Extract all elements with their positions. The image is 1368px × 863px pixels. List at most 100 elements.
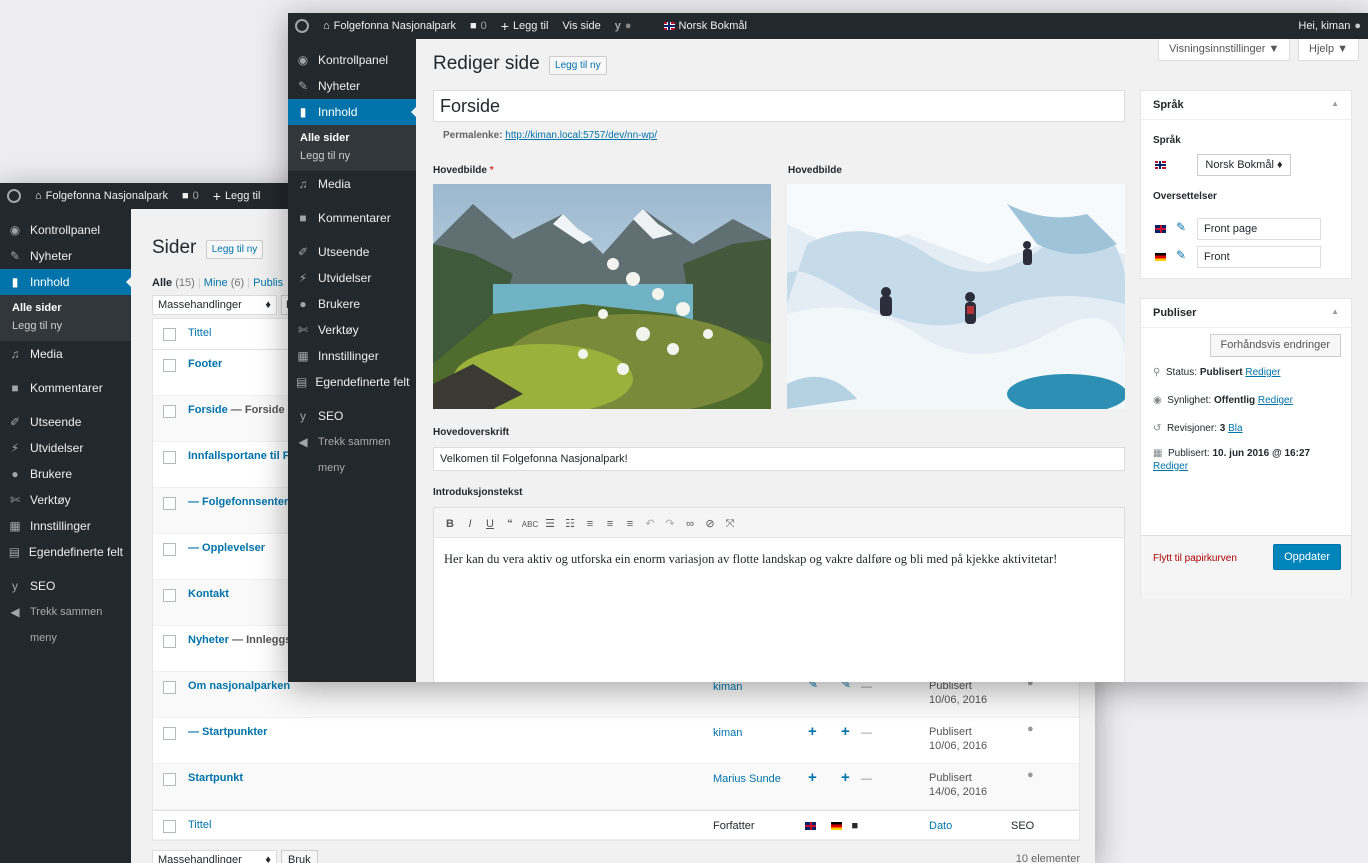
edit-visibility-link[interactable]: Rediger	[1258, 395, 1293, 406]
menu-media[interactable]: ♫ Media	[288, 171, 416, 197]
plus-icon[interactable]: +	[841, 723, 850, 740]
submenu-all-pages[interactable]: Alle sider	[288, 129, 416, 147]
row-checkbox[interactable]	[163, 773, 176, 786]
post-title-input[interactable]: Forside	[433, 90, 1125, 122]
footer-date-sort[interactable]: Dato	[929, 820, 952, 832]
row-title-link[interactable]: Footer	[188, 358, 222, 370]
row-author-link[interactable]: kiman	[713, 727, 742, 739]
menu-seo[interactable]: y SEO	[0, 573, 131, 599]
blockquote-icon[interactable]: “	[500, 518, 520, 530]
menu-pages[interactable]: ▮ Innhold	[288, 99, 416, 125]
account-menu[interactable]: Hei, kiman ●	[1291, 13, 1368, 39]
menu-appearance[interactable]: ✐ Utseende	[0, 409, 131, 435]
bulk-actions-select[interactable]: Massehandlinger ♦	[152, 295, 277, 315]
translation-en-input[interactable]: Front page	[1197, 218, 1321, 240]
menu-tools[interactable]: ✄ Verktøy	[288, 317, 416, 343]
menu-custom-fields[interactable]: ▤ Egendefinerte felt	[0, 539, 131, 565]
row-title-link[interactable]: — Folgefonnsenter	[188, 496, 288, 508]
undo-icon[interactable]: ↶	[640, 517, 660, 530]
row-title-link[interactable]: Startpunkt	[188, 772, 243, 784]
site-name-link[interactable]: ⌂ Folgefonna Nasjonalpark	[316, 13, 463, 39]
menu-seo[interactable]: y SEO	[288, 403, 416, 429]
row-title-link[interactable]: — Startpunkter	[188, 726, 267, 738]
translation-de-input[interactable]: Front	[1197, 246, 1321, 268]
menu-media[interactable]: ♫ Media	[0, 341, 131, 367]
bold-icon[interactable]: B	[440, 518, 460, 530]
filter-all[interactable]: Alle	[152, 277, 172, 289]
permalink-link[interactable]: http://kiman.local:5757/dev/nn-wp/	[505, 130, 657, 141]
collapse-menu-label[interactable]: meny	[0, 625, 131, 651]
row-checkbox[interactable]	[163, 727, 176, 740]
row-checkbox[interactable]	[163, 589, 176, 602]
submenu-all-pages[interactable]: Alle sider	[0, 299, 131, 317]
pencil-icon[interactable]: ✎	[1176, 220, 1186, 234]
pencil-icon[interactable]: ✎	[1176, 248, 1186, 262]
strikethrough-icon[interactable]: ABC	[520, 520, 540, 529]
align-center-icon[interactable]: ≡	[600, 518, 620, 530]
trash-link[interactable]: Flytt til papirkurven	[1153, 553, 1237, 564]
featured-image-glacier[interactable]	[787, 184, 1125, 409]
menu-plugins[interactable]: ⚡ Utvidelser	[288, 265, 416, 291]
row-checkbox[interactable]	[163, 359, 176, 372]
screen-options-button[interactable]: Visningsinnstillinger ▼	[1158, 39, 1291, 61]
menu-users[interactable]: ● Brukere	[288, 291, 416, 317]
browse-revisions-link[interactable]: Bla	[1228, 423, 1242, 434]
headline-input[interactable]: Velkomen til Folgefonna Nasjonalpark!	[433, 447, 1125, 471]
fullscreen-icon[interactable]: ⤧	[720, 518, 740, 531]
intro-text[interactable]: Her kan du vera aktiv og utforska ein en…	[434, 538, 1094, 580]
menu-tools[interactable]: ✄ Verktøy	[0, 487, 131, 513]
row-title-link[interactable]: — Opplevelser	[188, 542, 265, 554]
submenu-add-new[interactable]: Legg til ny	[0, 317, 131, 335]
language-box-header[interactable]: Språk ▲	[1141, 91, 1351, 120]
apply-button-bottom[interactable]: Bruk	[281, 850, 318, 863]
language-switcher[interactable]: Norsk Bokmål	[657, 13, 754, 39]
menu-settings[interactable]: ▦ Innstillinger	[288, 343, 416, 369]
footer-title-sort[interactable]: Tittel	[188, 819, 211, 831]
edit-date-link[interactable]: Rediger	[1153, 461, 1188, 472]
row-title-link[interactable]: Forside	[188, 404, 228, 416]
new-content-link[interactable]: + Legg til	[206, 183, 268, 209]
row-title-link[interactable]: Kontakt	[188, 588, 229, 600]
row-title-link[interactable]: Nyheter	[188, 634, 229, 646]
comments-link[interactable]: ■ 0	[463, 13, 494, 39]
row-checkbox[interactable]	[163, 543, 176, 556]
wordpress-logo-icon[interactable]	[0, 183, 28, 209]
add-new-page-button[interactable]: Legg til ny	[549, 56, 607, 76]
row-author-link[interactable]: kiman	[713, 681, 742, 693]
menu-dashboard[interactable]: ◉ Kontrollpanel	[0, 217, 131, 243]
featured-image-mountain[interactable]	[433, 184, 771, 409]
menu-appearance[interactable]: ✐ Utseende	[288, 239, 416, 265]
yoast-menu[interactable]: y ●	[608, 13, 639, 39]
row-checkbox[interactable]	[163, 635, 176, 648]
italic-icon[interactable]: I	[460, 518, 480, 530]
collapse-menu-label[interactable]: meny	[288, 455, 416, 481]
redo-icon[interactable]: ↷	[660, 517, 680, 530]
wordpress-logo-icon[interactable]	[288, 13, 316, 39]
view-page-link[interactable]: Vis side	[555, 13, 607, 39]
menu-settings[interactable]: ▦ Innstillinger	[0, 513, 131, 539]
preview-changes-button[interactable]: Forhåndsvis endringer	[1209, 334, 1341, 357]
menu-pages[interactable]: ▮ Innhold	[0, 269, 131, 295]
row-checkbox[interactable]	[163, 681, 176, 694]
row-checkbox[interactable]	[163, 451, 176, 464]
language-select[interactable]: Norsk Bokmål ♦	[1197, 154, 1291, 176]
unlink-icon[interactable]: ⊘	[700, 517, 720, 530]
filter-mine[interactable]: Mine	[204, 277, 228, 289]
menu-posts[interactable]: ✎ Nyheter	[288, 73, 416, 99]
bullet-list-icon[interactable]: ☰	[540, 517, 560, 530]
menu-comments[interactable]: ■ Kommentarer	[288, 205, 416, 231]
update-button[interactable]: Oppdater	[1273, 544, 1341, 570]
menu-users[interactable]: ● Brukere	[0, 461, 131, 487]
add-new-page-button[interactable]: Legg til ny	[205, 240, 264, 260]
publish-box-header[interactable]: Publiser ▲	[1141, 299, 1351, 328]
collapse-menu[interactable]: ◀ Trekk sammen	[288, 429, 416, 455]
align-right-icon[interactable]: ≡	[620, 518, 640, 530]
row-author-link[interactable]: Marius Sunde	[713, 773, 781, 785]
filter-published[interactable]: Publis	[253, 277, 283, 289]
menu-plugins[interactable]: ⚡ Utvidelser	[0, 435, 131, 461]
menu-posts[interactable]: ✎ Nyheter	[0, 243, 131, 269]
menu-comments[interactable]: ■ Kommentarer	[0, 375, 131, 401]
select-all-checkbox-bottom[interactable]	[163, 820, 176, 833]
site-name-link[interactable]: ⌂ Folgefonna Nasjonalpark	[28, 183, 175, 209]
underline-icon[interactable]: U	[480, 518, 500, 530]
